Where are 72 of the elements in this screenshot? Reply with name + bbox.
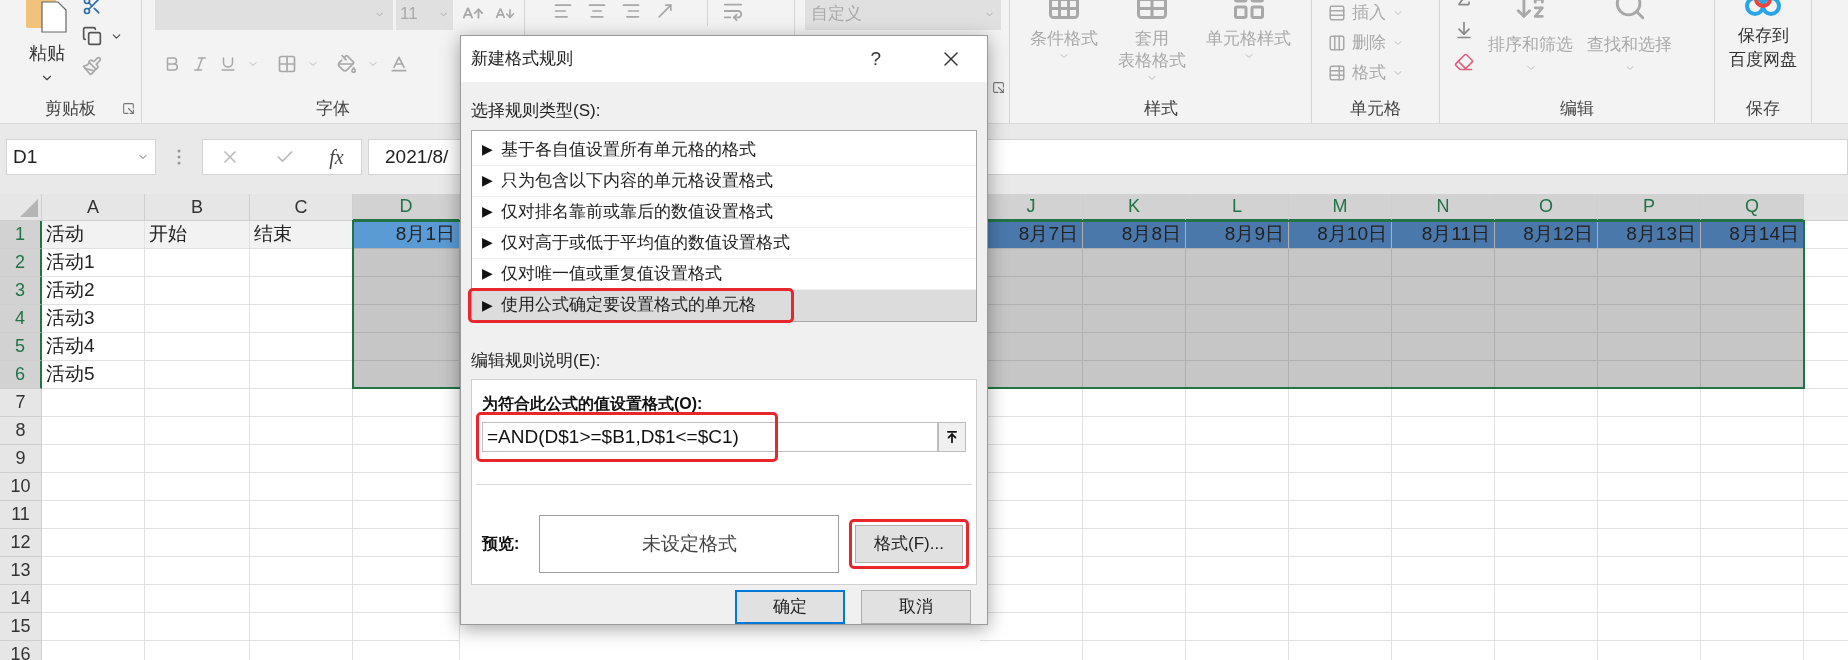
rule-type-label: 仅对唯一值或重复值设置格式 bbox=[501, 262, 722, 285]
column-header[interactable]: L bbox=[1186, 194, 1289, 221]
column-header[interactable]: M bbox=[1289, 194, 1392, 221]
rule-type-label: 基于各自值设置所有单元格的格式 bbox=[501, 138, 756, 161]
sheet-cell: 活动5 bbox=[42, 361, 145, 389]
format-button[interactable]: 格式(F)... bbox=[855, 525, 963, 563]
formula-input[interactable]: =AND(D$1>=$B1,D$1<=$C1) bbox=[482, 422, 938, 452]
sheet-cell: 8月11日 bbox=[1392, 221, 1495, 249]
sheet-cell: 结束 bbox=[250, 221, 353, 249]
formula-label: 为符合此公式的值设置格式(O): bbox=[482, 394, 704, 414]
rule-type-item[interactable]: ▶ 使用公式确定要设置格式的单元格 bbox=[472, 289, 976, 321]
group-label: 保存 bbox=[1746, 98, 1780, 121]
help-button[interactable]: ? bbox=[870, 44, 881, 74]
sheet-cell: 8月8日 bbox=[1083, 221, 1186, 249]
row-header[interactable]: 16 bbox=[0, 641, 42, 660]
group-label: 样式 bbox=[1143, 98, 1178, 121]
preview-label: 预览: bbox=[482, 534, 521, 554]
rule-type-label: 仅对高于或低于平均值的数值设置格式 bbox=[501, 231, 790, 254]
section-label: 选择规则类型(S): bbox=[471, 100, 602, 122]
row-header[interactable]: 7 bbox=[0, 389, 42, 417]
dialog-button[interactable]: 取消 bbox=[861, 590, 971, 624]
row-header[interactable]: 6 bbox=[0, 361, 42, 389]
paste-button[interactable]: 粘贴 bbox=[29, 40, 65, 67]
row-header[interactable]: 11 bbox=[0, 501, 42, 529]
bullet: ▶ bbox=[482, 295, 493, 315]
row-header[interactable]: 9 bbox=[0, 445, 42, 473]
row-header[interactable]: 1 bbox=[0, 221, 42, 249]
section-label: 编辑规则说明(E): bbox=[471, 349, 602, 372]
sheet-cell: 8月14日 bbox=[1701, 221, 1804, 249]
sheet-cell: 8月13日 bbox=[1598, 221, 1701, 249]
column-header[interactable]: O bbox=[1495, 194, 1598, 221]
row-header[interactable]: 2 bbox=[0, 249, 42, 277]
row-header[interactable]: 12 bbox=[0, 529, 42, 557]
rule-type-label: 使用公式确定要设置格式的单元格 bbox=[501, 294, 756, 317]
preview-box: 未设定格式 bbox=[539, 515, 839, 573]
group-label: 剪贴板 bbox=[45, 98, 96, 121]
sheet-cell: 活动4 bbox=[42, 333, 145, 361]
group-label: 单元格 bbox=[1350, 98, 1401, 121]
insert-function-button[interactable]: fx bbox=[329, 142, 344, 172]
bullet: ▶ bbox=[482, 140, 493, 159]
sheet-cell: 开始 bbox=[145, 221, 250, 249]
sheet-cell: 活动 bbox=[42, 221, 145, 249]
row-header[interactable]: 13 bbox=[0, 557, 42, 585]
sheet-cell: 8月12日 bbox=[1495, 221, 1598, 249]
row-header[interactable]: 5 bbox=[0, 333, 42, 361]
rule-type-label: 仅对排名靠前或靠后的数值设置格式 bbox=[501, 200, 773, 223]
dialog-button[interactable]: 确定 bbox=[735, 590, 845, 624]
sheet-cell: 8月9日 bbox=[1186, 221, 1289, 249]
row-header[interactable]: 14 bbox=[0, 585, 42, 613]
row-header[interactable]: 15 bbox=[0, 613, 42, 641]
column-header[interactable]: N bbox=[1392, 194, 1495, 221]
save-to-cloud-button[interactable]: 保存到 百度网盘 bbox=[1729, 24, 1797, 72]
bullet: ▶ bbox=[482, 233, 493, 252]
sheet-cell: 活动1 bbox=[42, 249, 145, 277]
group-label: 字体 bbox=[316, 98, 350, 121]
column-header[interactable]: P bbox=[1598, 194, 1701, 221]
row-header[interactable]: 8 bbox=[0, 417, 42, 445]
column-header[interactable]: D bbox=[353, 194, 460, 221]
column-header[interactable]: Q bbox=[1701, 194, 1804, 221]
dialog-title: 新建格式规则 bbox=[471, 48, 574, 71]
sheet-cell: 8月1日 bbox=[353, 221, 460, 249]
row-header[interactable]: 3 bbox=[0, 277, 42, 305]
sheet-cell: 8月10日 bbox=[1289, 221, 1392, 249]
group-label: 编辑 bbox=[1560, 98, 1594, 121]
sheet-cell: 活动3 bbox=[42, 305, 145, 333]
bullet: ▶ bbox=[482, 264, 493, 283]
bullet: ▶ bbox=[482, 202, 493, 221]
name-box[interactable]: D1 bbox=[6, 139, 156, 175]
row-header[interactable]: 10 bbox=[0, 473, 42, 501]
sheet-cell: 活动2 bbox=[42, 277, 145, 305]
row-header[interactable]: 4 bbox=[0, 305, 42, 333]
column-header[interactable]: K bbox=[1083, 194, 1186, 221]
